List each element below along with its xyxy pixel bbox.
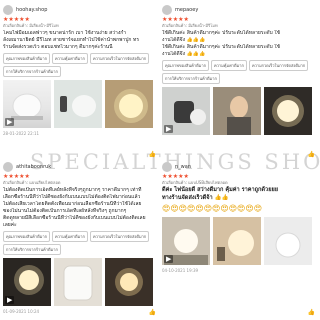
review-line: ลังเผมานายิตย์ มีรีโมท สายชาร์จแยกทำไปใช… [3, 37, 140, 43]
lamp-photo[interactable] [213, 217, 261, 265]
lamp-photo[interactable] [54, 258, 102, 306]
review-date: 01-09-2021 10:24 [3, 309, 40, 314]
video-thumbnail[interactable]: ▶ [3, 80, 51, 128]
tag: ความรวดเร็วในการจัดส่งดีมาก [248, 60, 309, 71]
tag: คุณภาพของสินค้าดีมาก [3, 53, 50, 64]
tag: ความรวดเร็วในการจัดส่งดีมาก [89, 231, 150, 242]
review-line: เลือกซื้อร้านนี้ที่ว่าไปดีซองยังกับเบนแบ… [3, 194, 141, 200]
tag: ความคุ้มค่าดีมาก [52, 231, 88, 242]
review-line: เลยค่ะ [3, 222, 17, 228]
tag: คุณภาพของสินค้าดีมาก [162, 60, 209, 71]
like-icon[interactable]: 👍 [308, 151, 315, 158]
review-line: ใช้ดีเกินค่ะ สินค้าดีมากๆค่ะ ปรับระดับได… [162, 30, 281, 36]
star-rating: ★★★★★ [162, 16, 189, 23]
review-line: ดีค่ะ ไฟน้อยดี สว่างดีมาก คุ้มค่า ราคาถู… [162, 187, 279, 193]
tag: การให้บริการจากร้านค้าดีมาก [3, 244, 61, 255]
review-line: ไม่ต้องติดเป็นการเอ็ดทีเลย์หลังที่จริงๆถ… [3, 187, 142, 193]
lamp-photo[interactable] [54, 80, 102, 128]
lamp-photo[interactable] [213, 87, 261, 135]
review-text: ดีค่ะ ไฟน้อยดี สว่างดีมาก คุ้มค่า ราคาถู… [162, 186, 317, 202]
tag: ความคุ้มค่าดีมาก [52, 53, 88, 64]
username[interactable]: n_wan [175, 164, 191, 170]
review-card: n_wan ★★★★★ ตัวเลือกสินค้า: แบบUSBเสียบไ… [162, 160, 317, 318]
tag: ความรวดเร็วในการจัดส่งดีมาก [89, 53, 150, 64]
tag: ความคุ้มค่าดีมาก [211, 60, 247, 71]
star-rating: ★★★★★ [3, 16, 30, 23]
lamp-photo[interactable] [264, 217, 312, 265]
review-tags: คุณภาพของสินค้าดีมาก ความคุ้มค่าดีมาก คว… [3, 53, 158, 77]
username[interactable]: hoohay.shop [16, 7, 47, 13]
lamp-photo[interactable] [105, 258, 153, 306]
review-line: ติดดูหลายมีสีเลือกซื้อร้านนี้ที่ว่าไปดีซ… [3, 215, 146, 221]
review-line: งานได้ดีจึง 👍👍👍 [162, 37, 206, 43]
video-thumbnail[interactable]: ▶ [162, 87, 210, 135]
avatar[interactable] [162, 161, 172, 172]
review-line: ร้านจัดส่งรวดเร็ว ตอบแชทไวมากๆ ดีมากๆค่ะ… [3, 44, 113, 50]
star-rating: ★★★★★ [162, 173, 189, 180]
play-icon[interactable]: ▶ [5, 296, 15, 304]
review-tags: คุณภาพของสินค้าดีมาก ความคุ้มค่าดีมาก คว… [3, 231, 158, 255]
review-card: mepaoey ★★★★★ ตัวเลือกสินค้า: มีเสียงน้ำ… [162, 3, 317, 160]
review-date: 04-10-2021 19:39 [162, 268, 199, 273]
review-text: ใช้ดีเกินค่ะ สินค้าดีมากๆค่ะ ปรับระดับได… [162, 30, 317, 58]
variant-label: ตัวเลือกสินค้า: มีเสียงน้ำ-มีรีโมท [162, 23, 218, 28]
play-icon[interactable]: ▶ [5, 118, 15, 126]
username[interactable]: athitaboonruk [16, 164, 51, 170]
review-line: ทางร้านจัดส่งเร็วดีจ้า 👍👍 [162, 195, 229, 201]
video-thumbnail[interactable]: ▶ [162, 217, 210, 265]
avatar[interactable] [3, 4, 13, 15]
review-line: โคมไฟมีอมเอลฟาวๆ ขนาดน่ารัก เบา ใช้งานง่… [3, 30, 127, 36]
review-text: โคมไฟมีอมเอลฟาวๆ ขนาดน่ารัก เบา ใช้งานง่… [3, 30, 158, 51]
tag: การให้บริการจากร้านค้าดีมาก [162, 73, 220, 84]
review-line: ใช้ดีเกินค่ะ สินค้าดีมากๆค่ะ ปรับระดับได… [162, 44, 281, 50]
review-line: ไม่ต้องเสียเวลาโดยติดตั้งเพื่อนมาก่อนเลื… [3, 201, 142, 207]
play-icon[interactable]: ▶ [164, 125, 174, 133]
like-icon[interactable]: 👍 [149, 309, 156, 316]
review-tags: คุณภาพของสินค้าดีมาก ความคุ้มค่าดีมาก คว… [162, 60, 317, 84]
avatar[interactable] [162, 4, 172, 15]
review-text: ไม่ต้องติดเป็นการเอ็ดทีเลย์หลังที่จริงๆถ… [3, 187, 158, 229]
variant-label: ตัวเลือกสินค้า: แบบเสียบไฟตลอด [3, 180, 61, 185]
avatar[interactable] [3, 161, 13, 172]
lamp-photo[interactable] [105, 80, 153, 128]
review-line: งานได้ดีจึง 👍👍👍 [162, 51, 206, 57]
review-date: 28-01-2022 22:11 [3, 131, 40, 136]
video-thumbnail[interactable]: ▶ [3, 258, 51, 306]
review-card: athitaboonruk ★★★★★ ตัวเลือกสินค้า: แบบเ… [3, 160, 158, 318]
review-line: ซองไม่นานไม่ต้องติดเป็นการเอ็ดทีเลย์หลัง… [3, 208, 127, 214]
play-icon[interactable]: ▶ [164, 255, 174, 263]
lamp-photo[interactable] [264, 87, 312, 135]
username[interactable]: mepaoey [175, 7, 198, 13]
like-icon[interactable]: 👍 [308, 309, 315, 316]
star-rating: ★★★★★ [3, 173, 30, 180]
tag: การให้บริการจากร้านค้าดีมาก [3, 66, 61, 77]
variant-label: ตัวเลือกสินค้า: มีเสียงน้ำ-มีรีโมท [3, 23, 59, 28]
like-icon[interactable]: 👍 [149, 151, 156, 158]
tag: คุณภาพของสินค้าดีมาก [3, 231, 50, 242]
review-card: hoohay.shop ★★★★★ ตัวเลือกสินค้า: มีเสีย… [3, 3, 158, 160]
emoji-row: 😍😍😍😍😍😍😍😍😍😍😍😍 [162, 204, 263, 213]
